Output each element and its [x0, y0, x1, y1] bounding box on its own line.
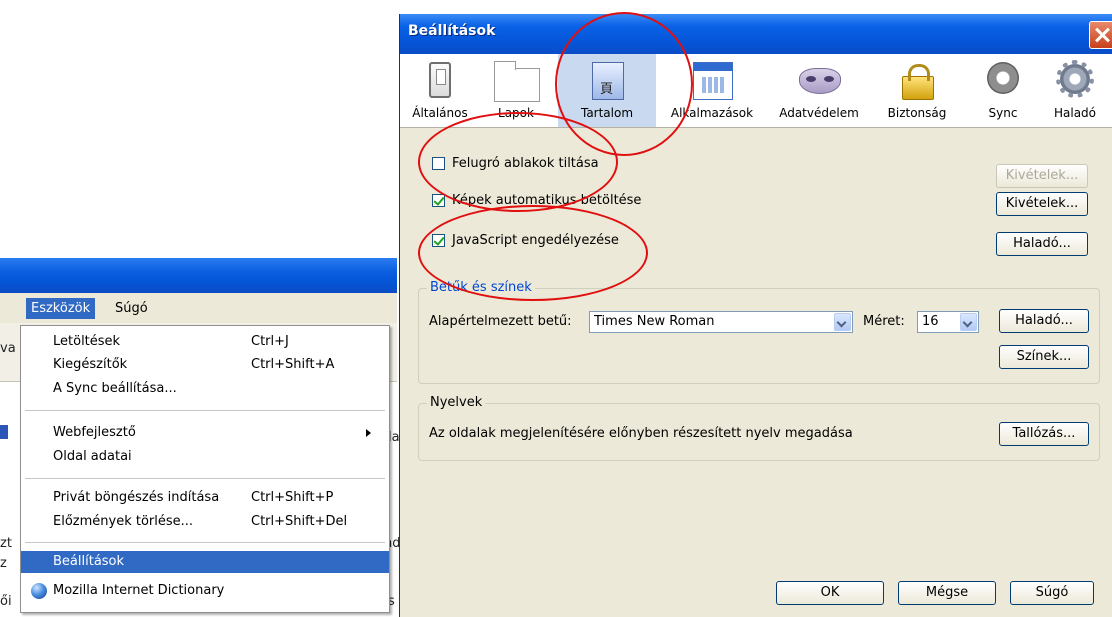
sync-icon: [987, 62, 1019, 94]
browser-titlebar: [0, 258, 397, 293]
menu-item-label: Oldal adatai: [53, 449, 132, 464]
menu-item-shortcut: Ctrl+Shift+Del: [251, 514, 348, 529]
popups-checkbox[interactable]: [432, 157, 445, 170]
pane-security[interactable]: Biztonság: [874, 54, 960, 127]
popups-label: Felugró ablakok tiltása: [452, 156, 599, 171]
chevron-down-icon[interactable]: [834, 313, 851, 331]
submenu-arrow-icon: [366, 429, 371, 437]
browser-menubar: Eszközök Súgó: [0, 293, 397, 324]
font-size-select[interactable]: 16: [917, 311, 979, 333]
pane-label: Alkalmazások: [670, 106, 754, 120]
menu-separator: [25, 410, 385, 411]
menu-item-label: Mozilla Internet Dictionary: [53, 583, 225, 598]
menu-separator: [25, 542, 385, 543]
menu-item-page-info[interactable]: Oldal adatai: [21, 446, 389, 468]
menu-item-web-developer[interactable]: Webfejlesztő: [21, 422, 389, 444]
menu-item-shortcut: Ctrl+J: [251, 334, 289, 349]
menu-item-label: Privát böngészés indítása: [53, 490, 220, 505]
close-icon[interactable]: [1089, 21, 1112, 49]
pane-label: Általános: [412, 106, 468, 120]
languages-description: Az oldalak megjelenítésére előnyben rész…: [429, 426, 853, 441]
privacy-mask-icon: [799, 68, 841, 94]
pane-selector: Általános Lapok Tartalom Alkalmazások Ad…: [400, 54, 1112, 128]
cancel-button[interactable]: Mégse: [898, 581, 996, 605]
help-button[interactable]: Súgó: [1010, 581, 1094, 605]
menu-item-clear-history[interactable]: Előzmények törlése... Ctrl+Shift+Del: [21, 511, 389, 533]
languages-group: Nyelvek Az oldalak megjelenítésére előny…: [418, 395, 1100, 461]
menu-item-shortcut: Ctrl+Shift+P: [251, 490, 334, 505]
menu-separator: [25, 478, 385, 479]
menu-item-addons[interactable]: Kiegészítők Ctrl+Shift+A: [21, 354, 389, 376]
menu-item-label: Webfejlesztő: [53, 425, 136, 440]
dialog-title: Beállítások: [408, 23, 496, 39]
pane-general[interactable]: Általános: [408, 54, 472, 127]
menu-item-label: Előzmények törlése...: [53, 514, 194, 529]
applications-window-icon: [693, 62, 733, 100]
default-font-select[interactable]: Times New Roman: [589, 311, 853, 333]
pane-label: Haladó: [1053, 106, 1097, 120]
menu-tools[interactable]: Eszközök: [26, 298, 96, 319]
menu-item-label: Beállítások: [53, 554, 125, 569]
background-text-fragment: z: [0, 556, 7, 571]
fonts-advanced-button[interactable]: Haladó...: [999, 309, 1089, 333]
fonts-colors-group: Betűk és színek Alapértelmezett betű: Ti…: [418, 280, 1100, 384]
pane-applications[interactable]: Alkalmazások: [662, 54, 762, 127]
content-page-icon: [592, 62, 624, 100]
font-size-value: 16: [922, 314, 939, 329]
security-lock-icon: [902, 64, 934, 100]
tabs-folder-icon: [494, 61, 540, 102]
menu-item-label: A Sync beállítása...: [53, 381, 177, 396]
menu-item-dictionary[interactable]: Mozilla Internet Dictionary: [21, 580, 389, 602]
menu-help[interactable]: Súgó: [110, 298, 153, 319]
javascript-label: JavaScript engedélyezése: [452, 233, 619, 248]
ok-button[interactable]: OK: [776, 581, 884, 605]
advanced-gear-icon: [1056, 60, 1094, 98]
javascript-advanced-button[interactable]: Haladó...: [996, 232, 1088, 256]
size-label: Méret:: [863, 314, 905, 329]
javascript-checkbox[interactable]: [432, 234, 445, 247]
chevron-down-icon[interactable]: [960, 313, 977, 331]
pane-tabs[interactable]: Lapok: [484, 54, 548, 127]
pane-privacy[interactable]: Adatvédelem: [770, 54, 868, 127]
general-switch-icon: [429, 62, 451, 98]
background-text-fragment: zt: [0, 536, 12, 551]
menu-item-label: Kiegészítők: [53, 357, 128, 372]
dialog-titlebar: Beállítások: [400, 14, 1112, 54]
menu-item-downloads[interactable]: Letöltések Ctrl+J: [21, 331, 389, 353]
images-label: Képek automatikus betöltése: [452, 193, 642, 208]
menu-item-private-browsing[interactable]: Privát böngészés indítása Ctrl+Shift+P: [21, 487, 389, 509]
default-font-label: Alapértelmezett betű:: [429, 314, 572, 329]
pane-content[interactable]: Tartalom: [558, 54, 656, 127]
fonts-group-label: Betűk és színek: [427, 280, 535, 295]
pane-label: Sync: [988, 106, 1018, 120]
images-checkbox[interactable]: [432, 194, 445, 207]
settings-dialog: Beállítások Általános Lapok Tartalom Alk…: [399, 14, 1112, 617]
globe-icon: [31, 583, 47, 599]
pane-label: Adatvédelem: [779, 106, 859, 120]
pane-label: Tartalom: [580, 106, 634, 120]
background-icon-fragment: [0, 425, 8, 439]
colors-button[interactable]: Színek...: [999, 345, 1089, 369]
menu-item-shortcut: Ctrl+Shift+A: [251, 357, 335, 372]
pane-label: Biztonság: [887, 106, 947, 120]
tools-menu: Letöltések Ctrl+J Kiegészítők Ctrl+Shift…: [20, 325, 390, 613]
pane-label: Lapok: [498, 106, 534, 120]
popups-exceptions-button[interactable]: Kivételek...: [996, 164, 1088, 188]
background-text-fragment: va: [0, 341, 16, 356]
background-text-fragment: ői: [0, 594, 12, 609]
default-font-value: Times New Roman: [594, 314, 715, 329]
languages-browse-button[interactable]: Tallózás...: [999, 422, 1089, 446]
languages-group-label: Nyelvek: [427, 395, 486, 410]
pane-advanced[interactable]: Haladó: [1040, 54, 1110, 127]
menu-item-sync-setup[interactable]: A Sync beállítása...: [21, 378, 389, 400]
menu-item-label: Letöltések: [53, 334, 121, 349]
menu-item-options[interactable]: Beállítások: [21, 551, 389, 573]
images-exceptions-button[interactable]: Kivételek...: [996, 192, 1088, 216]
pane-sync[interactable]: Sync: [972, 54, 1034, 127]
